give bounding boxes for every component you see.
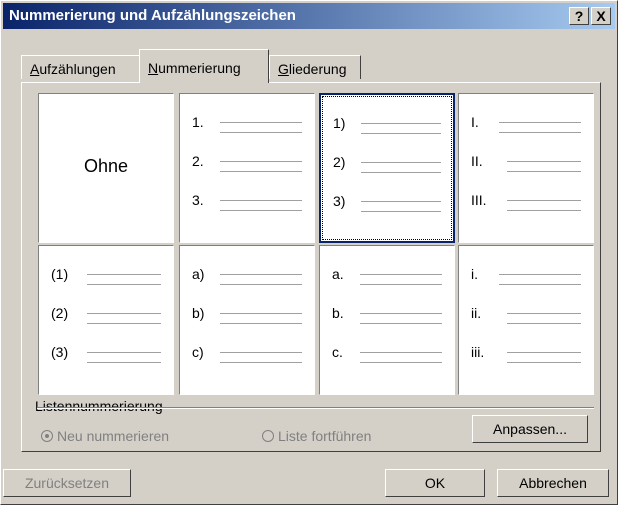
text-line: [220, 210, 302, 211]
group-separator: [37, 407, 594, 409]
tab-gliederung[interactable]: Gliederung: [269, 55, 361, 79]
text-line: [87, 313, 161, 314]
tab-label: ufzählungen: [39, 61, 116, 77]
text-line: [220, 352, 302, 353]
tab-accel: G: [278, 61, 289, 77]
text-line: [361, 172, 441, 173]
text-line: [360, 274, 442, 275]
radio-label: Neu nummerieren: [57, 428, 170, 444]
text-line: [507, 352, 581, 353]
text-line: [220, 132, 302, 133]
text-line: [507, 171, 581, 172]
continue-list-radio[interactable]: Liste fortführen: [262, 428, 371, 444]
text-line: [361, 162, 441, 163]
text-line: [220, 284, 302, 285]
text-line: [87, 362, 161, 363]
radio-checked-icon: [41, 430, 53, 442]
numbering-style-none[interactable]: Ohne: [38, 93, 174, 243]
text-line: [507, 161, 581, 162]
text-line: [87, 352, 161, 353]
text-line: [360, 362, 442, 363]
tab-label: liederung: [288, 61, 347, 77]
tab-aufzaehlungen[interactable]: Aufzählungen: [21, 55, 141, 79]
text-line: [507, 210, 581, 211]
text-line: [361, 133, 441, 134]
list-numbering-label: Listennummerierung: [35, 398, 167, 414]
number-marker: (3): [51, 344, 69, 360]
customize-label: Anpassen...: [493, 421, 567, 437]
number-marker: (1): [51, 266, 69, 282]
none-caption: Ohne: [83, 156, 129, 176]
number-marker: c): [192, 344, 204, 360]
text-line: [220, 161, 302, 162]
number-marker: 1): [333, 115, 346, 131]
text-line: [499, 122, 581, 123]
text-line: [360, 284, 442, 285]
number-marker: (2): [51, 305, 69, 321]
numbering-style-arabic-both-paren[interactable]: (1) (2) (3): [38, 245, 174, 395]
number-marker: 2.: [192, 153, 204, 169]
text-line: [360, 323, 442, 324]
radio-label: Liste fortführen: [278, 428, 372, 444]
numbering-style-alpha-period[interactable]: a. b. c.: [319, 245, 455, 395]
number-marker: 3): [333, 193, 346, 209]
radio-unchecked-icon: [262, 430, 274, 442]
text-line: [507, 362, 581, 363]
text-line: [361, 123, 441, 124]
number-marker: i.: [471, 266, 478, 282]
number-marker: ii.: [471, 305, 482, 321]
tab-accel: N: [148, 60, 159, 76]
tab-nummerierung[interactable]: Nummerierung: [139, 49, 269, 83]
number-marker: 1.: [192, 114, 204, 130]
cancel-button[interactable]: Abbrechen: [497, 469, 609, 497]
text-line: [220, 274, 302, 275]
text-line: [499, 284, 581, 285]
text-line: [499, 274, 581, 275]
number-marker: 2): [333, 154, 346, 170]
title-bar[interactable]: Nummerierung und Aufzählungszeichen ? X: [3, 3, 615, 29]
number-marker: 3.: [192, 192, 204, 208]
number-marker: b): [192, 305, 205, 321]
close-button[interactable]: X: [591, 7, 611, 25]
text-line: [220, 362, 302, 363]
text-line: [361, 201, 441, 202]
help-button[interactable]: ?: [569, 7, 589, 25]
number-marker: a): [192, 266, 205, 282]
text-line: [220, 171, 302, 172]
ok-button[interactable]: OK: [385, 469, 485, 497]
restart-numbering-radio[interactable]: Neu nummerieren: [41, 428, 169, 444]
text-line: [360, 352, 442, 353]
text-line: [220, 122, 302, 123]
text-line: [220, 313, 302, 314]
number-marker: c.: [332, 344, 343, 360]
dialog-title: Nummerierung und Aufzählungszeichen: [9, 7, 296, 24]
text-line: [507, 323, 581, 324]
numbering-dialog: Nummerierung und Aufzählungszeichen ? X …: [0, 0, 618, 505]
text-line: [361, 211, 441, 212]
numbering-style-roman-lower[interactable]: i. ii. iii.: [458, 245, 594, 395]
numbering-style-arabic-period[interactable]: 1. 2. 3.: [179, 93, 315, 243]
tab-accel: A: [30, 61, 40, 77]
text-line: [87, 284, 161, 285]
number-marker: III.: [471, 192, 487, 208]
reset-button[interactable]: Zurücksetzen: [3, 469, 131, 497]
numbering-style-roman-upper[interactable]: I. II. III.: [458, 93, 594, 243]
number-marker: I.: [471, 114, 479, 130]
numbering-style-arabic-paren[interactable]: 1) 2) 3): [319, 93, 455, 243]
text-line: [220, 323, 302, 324]
text-line: [507, 313, 581, 314]
number-marker: b.: [332, 305, 344, 321]
number-marker: II.: [471, 153, 483, 169]
number-marker: a.: [332, 266, 344, 282]
number-marker: iii.: [471, 344, 485, 360]
customize-button[interactable]: Anpassen...: [472, 415, 588, 443]
text-line: [220, 200, 302, 201]
text-line: [87, 323, 161, 324]
text-line: [507, 200, 581, 201]
tab-label: ummerierung: [158, 60, 241, 76]
text-line: [360, 313, 442, 314]
text-line: [87, 274, 161, 275]
numbering-style-alpha-paren[interactable]: a) b) c): [179, 245, 315, 395]
text-line: [499, 132, 581, 133]
